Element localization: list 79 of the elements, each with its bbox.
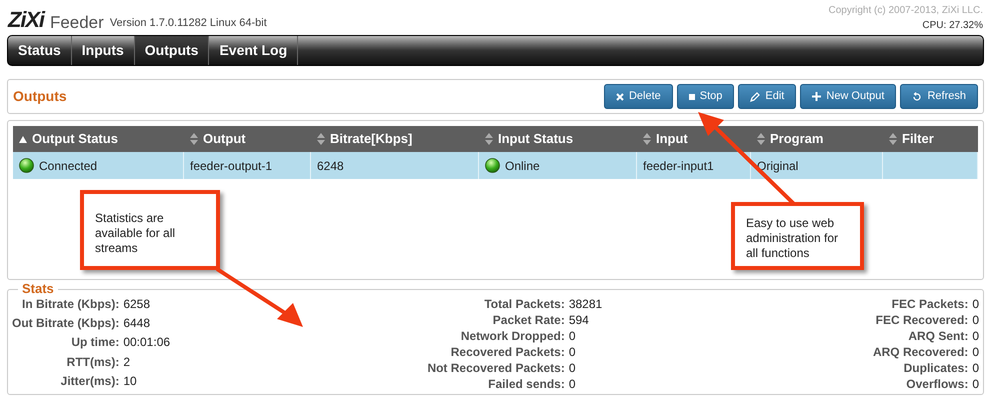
stat-value: 6448 [123, 315, 152, 332]
toolbar-button[interactable]: Stop [676, 84, 734, 109]
stat-value: 0 [568, 376, 577, 392]
stat-value: 0 [568, 344, 577, 360]
sort-icon [889, 133, 897, 145]
sort-icon [485, 133, 493, 145]
column-header[interactable]: Output [184, 126, 311, 152]
table-cell-text: 6248 [317, 158, 344, 174]
column-header[interactable]: Filter [883, 126, 978, 152]
callout: Easy to use web administration for all functions [731, 202, 864, 270]
sort-icon [643, 133, 651, 145]
stat-value: 0 [972, 328, 979, 344]
stat-label: ARQ Sent: [907, 328, 968, 344]
stat-label: FEC Recovered: [874, 312, 968, 328]
stat-label: Out Bitrate (Kbps): [12, 315, 120, 332]
stat-value: 10 [123, 372, 138, 390]
stat-label: ARQ Recovered: [872, 344, 968, 360]
sort-icon [190, 133, 198, 145]
table-cell-text: feeder-input1 [643, 158, 714, 174]
sort-icon [317, 133, 325, 145]
stat-label: FEC Packets: [890, 296, 968, 312]
stat-label: RTT(ms): [66, 354, 120, 371]
status-icon [19, 158, 34, 173]
stat-label: Up time: [70, 334, 120, 352]
table-cell-text: Original [757, 158, 798, 174]
table-row[interactable]: Connected feeder-output-1 6248 Online feeder-input1 Original [13, 152, 978, 179]
stat-label: Duplicates: [902, 360, 968, 376]
stat-value: 6258 [123, 296, 152, 313]
column-header[interactable]: Input [637, 126, 751, 152]
copyright-text: Copyright (c) 2007-2013, ZiXi LLC. [828, 4, 983, 18]
stat-value: 2 [123, 354, 132, 371]
pencil-icon [750, 92, 760, 102]
stats-title: Stats [21, 282, 55, 296]
column-header[interactable]: Program [751, 126, 883, 152]
logo: ZiXi [8, 9, 44, 31]
tab[interactable]: Event Log [209, 36, 298, 65]
sort-ascending-icon [19, 136, 27, 142]
table-cell-text: feeder-output-1 [190, 158, 272, 174]
toolbar-button[interactable]: Edit [738, 84, 796, 109]
stat-value: 38281 [568, 296, 604, 312]
stat-label: Network Dropped: [460, 328, 565, 344]
stat-label: Overflows: [905, 376, 968, 392]
stat-label: Total Packets: [483, 296, 565, 312]
tab[interactable]: Outputs [134, 36, 210, 65]
stat-label: Packet Rate: [492, 312, 565, 328]
column-header[interactable]: Bitrate[Kbps] [311, 126, 479, 152]
stop-icon [688, 94, 695, 100]
stat-label: In Bitrate (Kbps): [20, 296, 120, 313]
table-cell-text: Connected [39, 158, 98, 174]
table-cell-text: Online [505, 158, 540, 174]
callout: Statistics are available for all streams [80, 190, 220, 270]
stat-label: Not Recovered Packets: [427, 360, 565, 376]
stat-value: 594 [568, 312, 590, 328]
stat-label: Failed sends: [487, 376, 565, 392]
version-text: Version 1.7.0.11282 Linux 64-bit [110, 16, 267, 30]
column-header[interactable]: Input Status [479, 126, 637, 152]
toolbar-button[interactable]: New Output [800, 84, 896, 109]
stat-label: Recovered Packets: [450, 344, 565, 360]
stat-label: Jitter(ms): [60, 372, 120, 390]
column-header[interactable]: Output Status [13, 126, 184, 152]
stat-value: 0 [972, 296, 979, 312]
panel-title: Outputs [13, 87, 67, 106]
stat-value: 0 [972, 376, 979, 392]
stat-value: 00:01:06 [123, 334, 172, 352]
close-icon [616, 92, 624, 100]
stat-value: 0 [972, 360, 979, 376]
stat-value: 0 [568, 328, 577, 344]
tab[interactable]: Status [8, 36, 72, 65]
product-name: Feeder [50, 14, 104, 31]
refresh-icon [912, 92, 922, 102]
stat-value: 0 [568, 360, 577, 376]
sort-icon [757, 133, 765, 145]
status-icon [485, 158, 500, 173]
cpu-usage: CPU: 27.32% [922, 19, 983, 33]
stat-value: 0 [972, 344, 979, 360]
toolbar-button[interactable]: Refresh [900, 84, 978, 109]
plus-icon [812, 92, 822, 101]
stat-value: 0 [972, 312, 979, 328]
toolbar-button[interactable]: Delete [604, 84, 673, 109]
